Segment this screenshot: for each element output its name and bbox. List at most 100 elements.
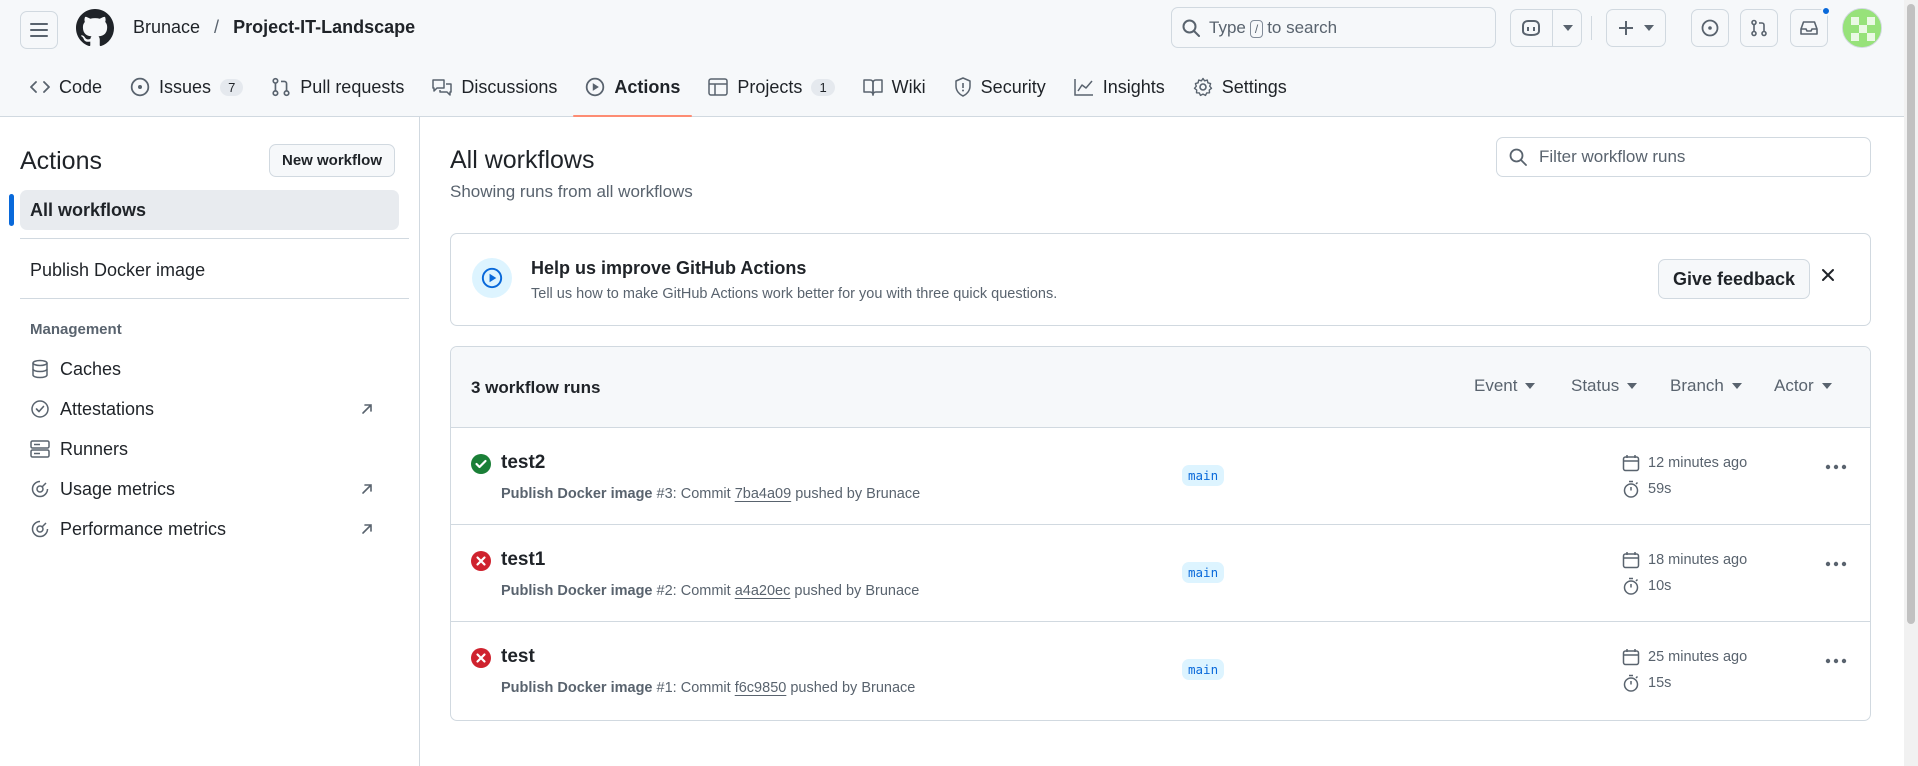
- run-commit-label: Commit: [680, 583, 731, 599]
- sidebar-item-label: Usage metrics: [60, 478, 176, 499]
- sidebar-divider: [20, 238, 409, 239]
- commit-sha-link[interactable]: f6c9850: [735, 680, 787, 696]
- event-filter-dropdown[interactable]: Event: [1474, 376, 1536, 396]
- tab-actions[interactable]: Actions: [573, 66, 693, 117]
- run-commit-label: Commit: [680, 486, 731, 502]
- sidebar-item-attestations[interactable]: Attestations: [20, 389, 399, 429]
- table-icon: [708, 78, 729, 96]
- search-shortcut-key: /: [1249, 19, 1264, 38]
- tab-security[interactable]: Security: [942, 66, 1058, 108]
- run-duration: 10s: [1622, 577, 1671, 595]
- workflow-run-row[interactable]: test Publish Docker image #1: Commit f6c…: [451, 622, 1870, 719]
- run-time-ago: 25 minutes ago: [1648, 649, 1748, 665]
- tab-pull-requests[interactable]: Pull requests: [259, 66, 416, 108]
- branch-label[interactable]: main: [1182, 562, 1225, 583]
- sidebar-item-performance-metrics[interactable]: Performance metrics: [20, 509, 399, 549]
- page-scrollbar[interactable]: [1904, 0, 1918, 766]
- scrollbar-thumb[interactable]: [1907, 4, 1915, 624]
- create-new-button[interactable]: [1606, 9, 1666, 47]
- issues-shortcut-button[interactable]: [1691, 9, 1729, 47]
- filter-workflow-runs-input[interactable]: Filter workflow runs: [1496, 137, 1871, 177]
- link-external-icon: [362, 484, 372, 494]
- avatar[interactable]: [1842, 8, 1882, 48]
- branch-label[interactable]: main: [1182, 659, 1225, 680]
- server-icon: [30, 440, 50, 458]
- run-time-ago: 18 minutes ago: [1648, 552, 1748, 568]
- owner-link[interactable]: Brunace: [133, 17, 200, 38]
- chevron-down-icon: [1731, 383, 1742, 389]
- inbox-icon: [1800, 21, 1818, 35]
- tab-settings[interactable]: Settings: [1181, 66, 1299, 108]
- workflow-run-row[interactable]: test1 Publish Docker image #2: Commit a4…: [451, 525, 1870, 622]
- branch-filter-dropdown[interactable]: Branch: [1670, 376, 1742, 396]
- filter-placeholder: Filter workflow runs: [1539, 147, 1686, 166]
- sidebar-item-caches[interactable]: Caches: [20, 349, 399, 389]
- x-circle-icon: [471, 648, 491, 668]
- github-logo-icon[interactable]: [76, 9, 114, 47]
- feedback-banner: Help us improve GitHub Actions Tell us h…: [450, 233, 1871, 326]
- tab-issues[interactable]: Issues 7: [118, 66, 255, 108]
- copilot-button[interactable]: [1510, 9, 1582, 47]
- chevron-down-icon: [1627, 383, 1638, 389]
- tab-discussions[interactable]: Discussions: [420, 66, 569, 108]
- actor-filter-dropdown[interactable]: Actor: [1774, 376, 1832, 396]
- status-filter-dropdown[interactable]: Status: [1571, 376, 1638, 396]
- chevron-down-icon: [1525, 383, 1536, 389]
- give-feedback-button[interactable]: Give feedback: [1658, 259, 1811, 299]
- branch-label[interactable]: main: [1182, 465, 1225, 486]
- page-subtitle: Showing runs from all workflows: [450, 182, 693, 201]
- search-placeholder: Type / to search: [1209, 18, 1337, 38]
- tab-label: Issues: [159, 76, 212, 97]
- tab-wiki[interactable]: Wiki: [851, 66, 938, 108]
- calendar-icon: [1622, 552, 1640, 569]
- tab-projects[interactable]: Projects 1: [696, 66, 846, 108]
- sidebar-item-runners[interactable]: Runners: [20, 429, 399, 469]
- commit-sha-link[interactable]: a4a20ec: [735, 583, 791, 599]
- commit-sha-link[interactable]: 7ba4a09: [735, 486, 791, 502]
- sidebar-item-all-workflows[interactable]: All workflows: [9, 190, 399, 230]
- run-title[interactable]: test1: [501, 549, 545, 571]
- runs-header: 3 workflow runs Event Status Branch Acto…: [451, 347, 1870, 428]
- play-icon: [481, 267, 503, 289]
- search-input[interactable]: Type / to search: [1171, 7, 1496, 48]
- tab-label: Insights: [1102, 76, 1165, 97]
- git-pull-request-icon: [272, 77, 290, 97]
- tab-code[interactable]: Code: [18, 66, 114, 108]
- stopwatch-icon: [1623, 577, 1639, 595]
- workflow-runs-list: 3 workflow runs Event Status Branch Acto…: [450, 346, 1871, 721]
- run-title[interactable]: test2: [501, 452, 545, 474]
- menu-button[interactable]: [20, 11, 58, 49]
- graph-icon: [1073, 79, 1093, 96]
- workflow-run-row[interactable]: test2 Publish Docker image #3: Commit 7b…: [451, 428, 1870, 525]
- run-title[interactable]: test: [501, 646, 535, 668]
- sidebar-item-usage-metrics[interactable]: Usage metrics: [20, 469, 399, 509]
- gear-icon: [1193, 77, 1212, 97]
- book-icon: [862, 79, 883, 96]
- run-number: #1: [656, 680, 673, 696]
- run-duration-value: 59s: [1648, 481, 1672, 497]
- meter-icon: [31, 520, 49, 538]
- stopwatch-icon: [1623, 674, 1639, 692]
- kebab-horizontal-icon[interactable]: [1825, 464, 1847, 470]
- database-icon: [32, 359, 48, 379]
- kebab-horizontal-icon[interactable]: [1825, 658, 1847, 664]
- copilot-divider: [1551, 9, 1553, 47]
- hamburger-icon: [30, 23, 48, 37]
- sidebar-item-publish-docker-image[interactable]: Publish Docker image: [20, 250, 399, 290]
- close-icon[interactable]: [1821, 268, 1835, 282]
- git-pull-request-icon: [1751, 19, 1767, 37]
- tab-label: Wiki: [891, 76, 926, 97]
- repo-link[interactable]: Project-IT-Landscape: [233, 17, 415, 38]
- link-external-icon: [362, 524, 372, 534]
- run-meta: Publish Docker image #2: Commit a4a20ec …: [501, 583, 920, 599]
- runs-count: 3 workflow runs: [471, 378, 601, 397]
- pull-requests-shortcut-button[interactable]: [1740, 9, 1778, 47]
- tab-insights[interactable]: Insights: [1062, 66, 1177, 108]
- banner-title: Help us improve GitHub Actions: [531, 258, 807, 278]
- tab-label: Settings: [1221, 76, 1287, 97]
- breadcrumb-separator: /: [214, 17, 220, 37]
- sidebar-item-label: Caches: [60, 358, 122, 379]
- run-meta: Publish Docker image #1: Commit f6c9850 …: [501, 680, 916, 696]
- kebab-horizontal-icon[interactable]: [1825, 561, 1847, 567]
- new-workflow-button[interactable]: New workflow: [269, 144, 396, 177]
